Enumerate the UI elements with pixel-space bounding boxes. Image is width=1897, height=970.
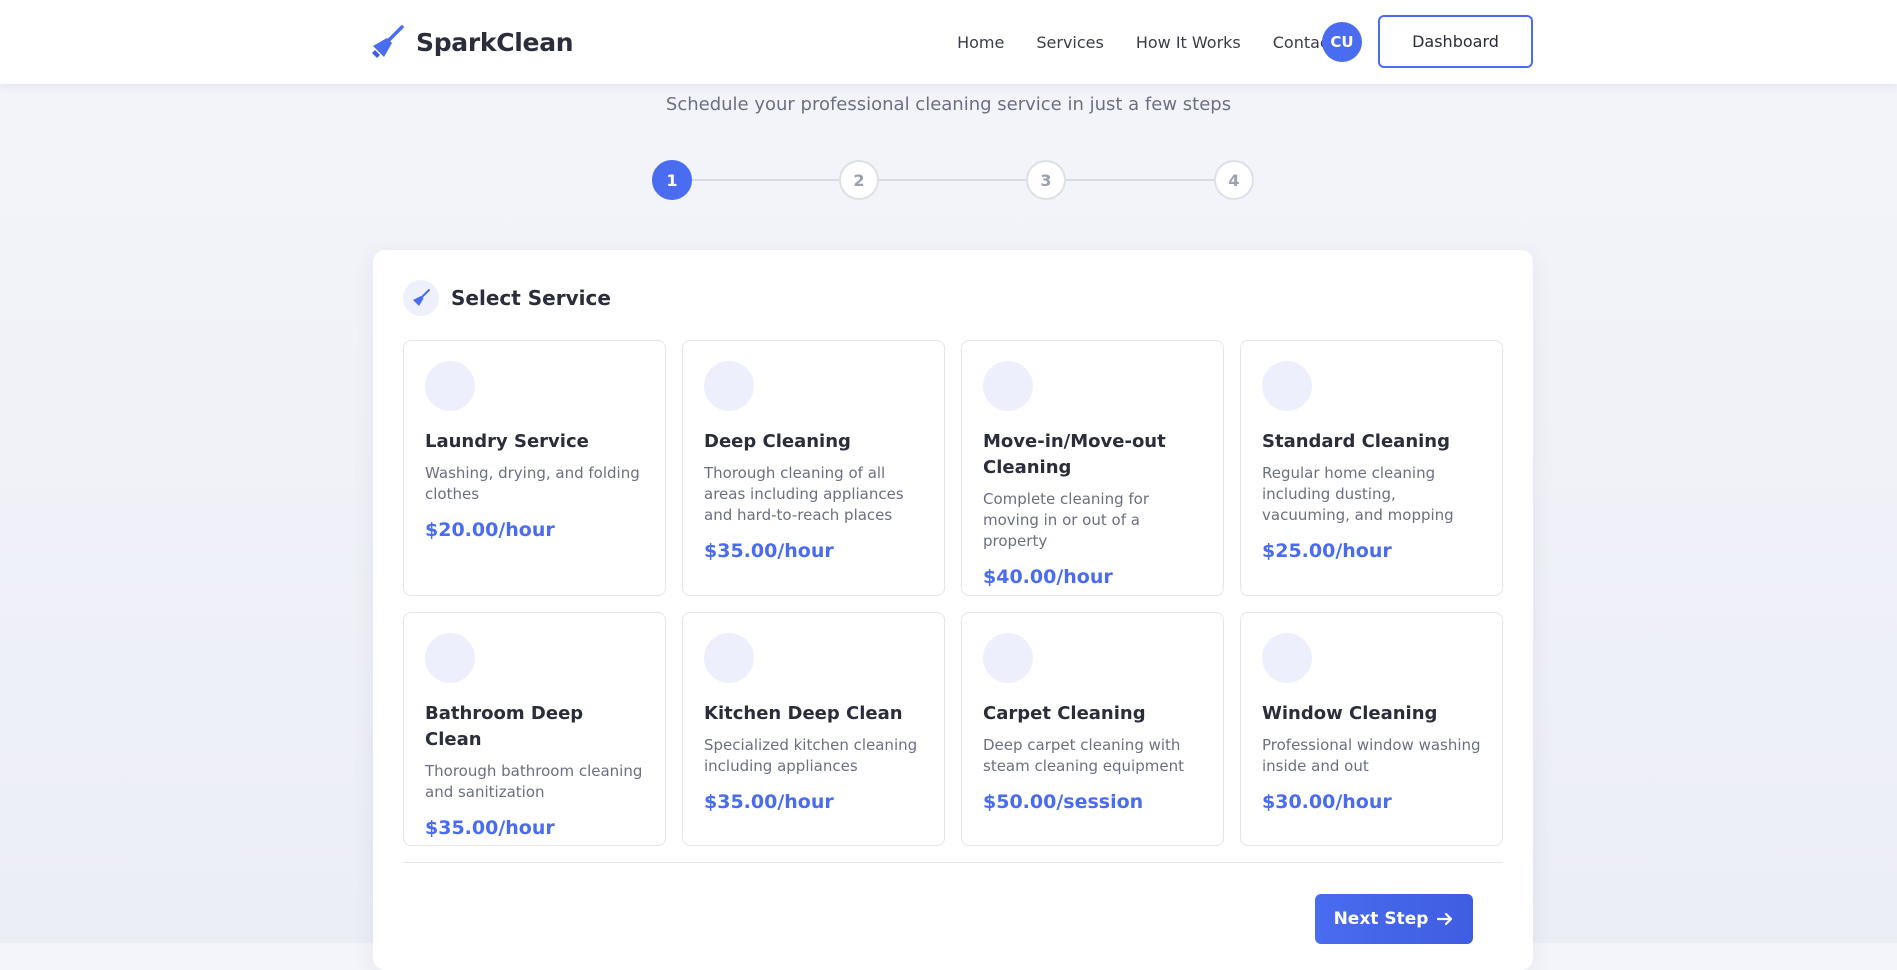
service-description: Washing, drying, and folding clothes <box>425 464 640 503</box>
service-icon <box>704 361 754 411</box>
service-icon <box>983 361 1033 411</box>
card-title: Select Service <box>451 286 611 310</box>
service-icon <box>1262 361 1312 411</box>
step-connector <box>692 179 839 181</box>
service-name: Move-in/Move-out Cleaning <box>983 431 1166 478</box>
service-price: $25.00/hour <box>1262 540 1392 562</box>
service-description: Thorough cleaning of all areas including… <box>704 464 904 524</box>
card-header: Select Service <box>403 280 611 316</box>
next-step-label: Next Step <box>1333 909 1429 929</box>
service-icon <box>1262 633 1312 683</box>
service-price: $20.00/hour <box>425 519 555 541</box>
service-grid: Laundry Service Washing, drying, and fol… <box>403 340 1503 846</box>
service-price: $35.00/hour <box>425 817 555 839</box>
service-card-laundry[interactable]: Laundry Service Washing, drying, and fol… <box>403 340 666 596</box>
service-name: Laundry Service <box>425 431 589 452</box>
service-card-move-in-out[interactable]: Move-in/Move-out Cleaning Complete clean… <box>961 340 1224 596</box>
service-card-kitchen[interactable]: Kitchen Deep Clean Specialized kitchen c… <box>682 612 945 846</box>
service-icon <box>425 633 475 683</box>
nav-link-services[interactable]: Services <box>1036 33 1103 52</box>
next-step-button[interactable]: Next Step <box>1315 894 1473 944</box>
service-card-deep-cleaning[interactable]: Deep Cleaning Thorough cleaning of all a… <box>682 340 945 596</box>
brand-name: SparkClean <box>416 27 574 57</box>
step-connector <box>1066 179 1214 181</box>
service-description: Thorough bathroom cleaning and sanitizat… <box>425 762 643 801</box>
footer-divider <box>403 862 1503 863</box>
service-icon <box>425 361 475 411</box>
dashboard-button[interactable]: Dashboard <box>1378 15 1533 68</box>
service-card-standard-cleaning[interactable]: Standard Cleaning Regular home cleaning … <box>1240 340 1503 596</box>
service-price: $35.00/hour <box>704 791 834 813</box>
user-avatar[interactable]: CU <box>1322 22 1362 62</box>
service-price: $40.00/hour <box>983 566 1113 588</box>
service-name: Bathroom Deep Clean <box>425 703 584 750</box>
arrow-right-icon <box>1437 912 1453 926</box>
step-1: 1 <box>652 160 692 200</box>
brand-logo[interactable]: SparkClean <box>370 22 574 62</box>
broom-icon <box>403 280 439 316</box>
service-name: Carpet Cleaning <box>983 703 1146 724</box>
service-card-carpet[interactable]: Carpet Cleaning Deep carpet cleaning wit… <box>961 612 1224 846</box>
service-price: $50.00/session <box>983 791 1144 813</box>
service-name: Deep Cleaning <box>704 431 851 452</box>
service-name: Kitchen Deep Clean <box>704 703 903 724</box>
service-price: $35.00/hour <box>704 540 834 562</box>
service-price: $30.00/hour <box>1262 791 1392 813</box>
step-4: 4 <box>1214 160 1254 200</box>
nav-link-home[interactable]: Home <box>957 33 1004 52</box>
service-icon <box>704 633 754 683</box>
booking-card: Select Service Laundry Service Washing, … <box>373 250 1533 970</box>
service-description: Specialized kitchen cleaning including a… <box>704 736 918 775</box>
service-description: Regular home cleaning including dusting,… <box>1262 464 1454 524</box>
service-icon <box>983 633 1033 683</box>
page-subtitle: Schedule your professional cleaning serv… <box>665 94 1232 115</box>
step-3: 3 <box>1026 160 1066 200</box>
main-nav: Home Services How It Works Contact <box>957 22 1335 62</box>
nav-link-how-it-works[interactable]: How It Works <box>1136 33 1241 52</box>
service-card-window[interactable]: Window Cleaning Professional window wash… <box>1240 612 1503 846</box>
step-connector <box>879 179 1026 181</box>
service-name: Window Cleaning <box>1262 703 1438 724</box>
service-name: Standard Cleaning <box>1262 431 1451 452</box>
service-card-bathroom[interactable]: Bathroom Deep Clean Thorough bathroom cl… <box>403 612 666 846</box>
broom-icon <box>372 25 404 58</box>
service-description: Complete cleaning for moving in or out o… <box>983 490 1149 550</box>
step-2: 2 <box>839 160 879 200</box>
service-description: Professional window washing inside and o… <box>1262 736 1481 775</box>
service-description: Deep carpet cleaning with steam cleaning… <box>983 736 1184 775</box>
progress-stepper: 1 2 3 4 <box>652 160 1254 200</box>
top-navbar: SparkClean Home Services How It Works Co… <box>0 0 1897 84</box>
